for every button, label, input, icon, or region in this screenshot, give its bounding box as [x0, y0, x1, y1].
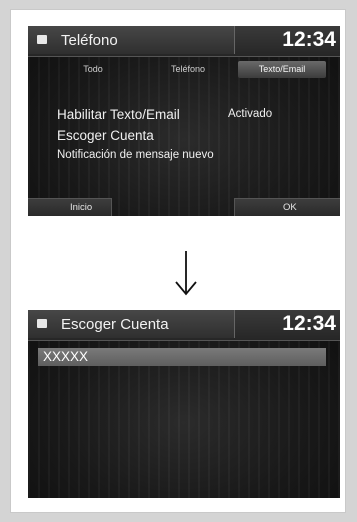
phone-icon	[37, 319, 47, 328]
tab-todo[interactable]: Todo	[52, 61, 134, 78]
phone-icon	[37, 35, 47, 44]
phone-settings-screen: Teléfono 12:34 Todo Teléfono Texto/Email…	[28, 26, 340, 216]
tab-bar: Todo Teléfono Texto/Email	[52, 61, 330, 79]
bottom-bar: Inicio OK	[28, 196, 340, 216]
setting-value: Activado	[228, 108, 273, 120]
clock: 12:34	[282, 312, 336, 335]
clock: 12:34	[282, 28, 336, 51]
title-bar: Escoger Cuenta 12:34	[28, 310, 340, 341]
screen-title: Escoger Cuenta	[61, 316, 169, 333]
title-tab: Teléfono	[28, 26, 235, 54]
menu-item-notificacion[interactable]: Notificación de mensaje nuevo	[57, 149, 214, 161]
title-bar: Teléfono 12:34	[28, 26, 340, 57]
account-list-item[interactable]: XXXXX	[38, 348, 326, 366]
down-arrow-icon	[175, 251, 197, 296]
tab-telefono[interactable]: Teléfono	[146, 61, 230, 78]
inicio-button[interactable]: Inicio	[28, 198, 112, 216]
menu-item-habilitar-texto-email[interactable]: Habilitar Texto/Email	[57, 107, 180, 122]
ok-button[interactable]: OK	[234, 198, 340, 216]
title-tab: Escoger Cuenta	[28, 310, 235, 338]
tab-texto-email[interactable]: Texto/Email	[238, 61, 326, 78]
screen-title: Teléfono	[61, 32, 118, 49]
choose-account-screen: Escoger Cuenta 12:34 XXXXX	[28, 310, 340, 498]
menu-item-escoger-cuenta[interactable]: Escoger Cuenta	[57, 128, 154, 143]
